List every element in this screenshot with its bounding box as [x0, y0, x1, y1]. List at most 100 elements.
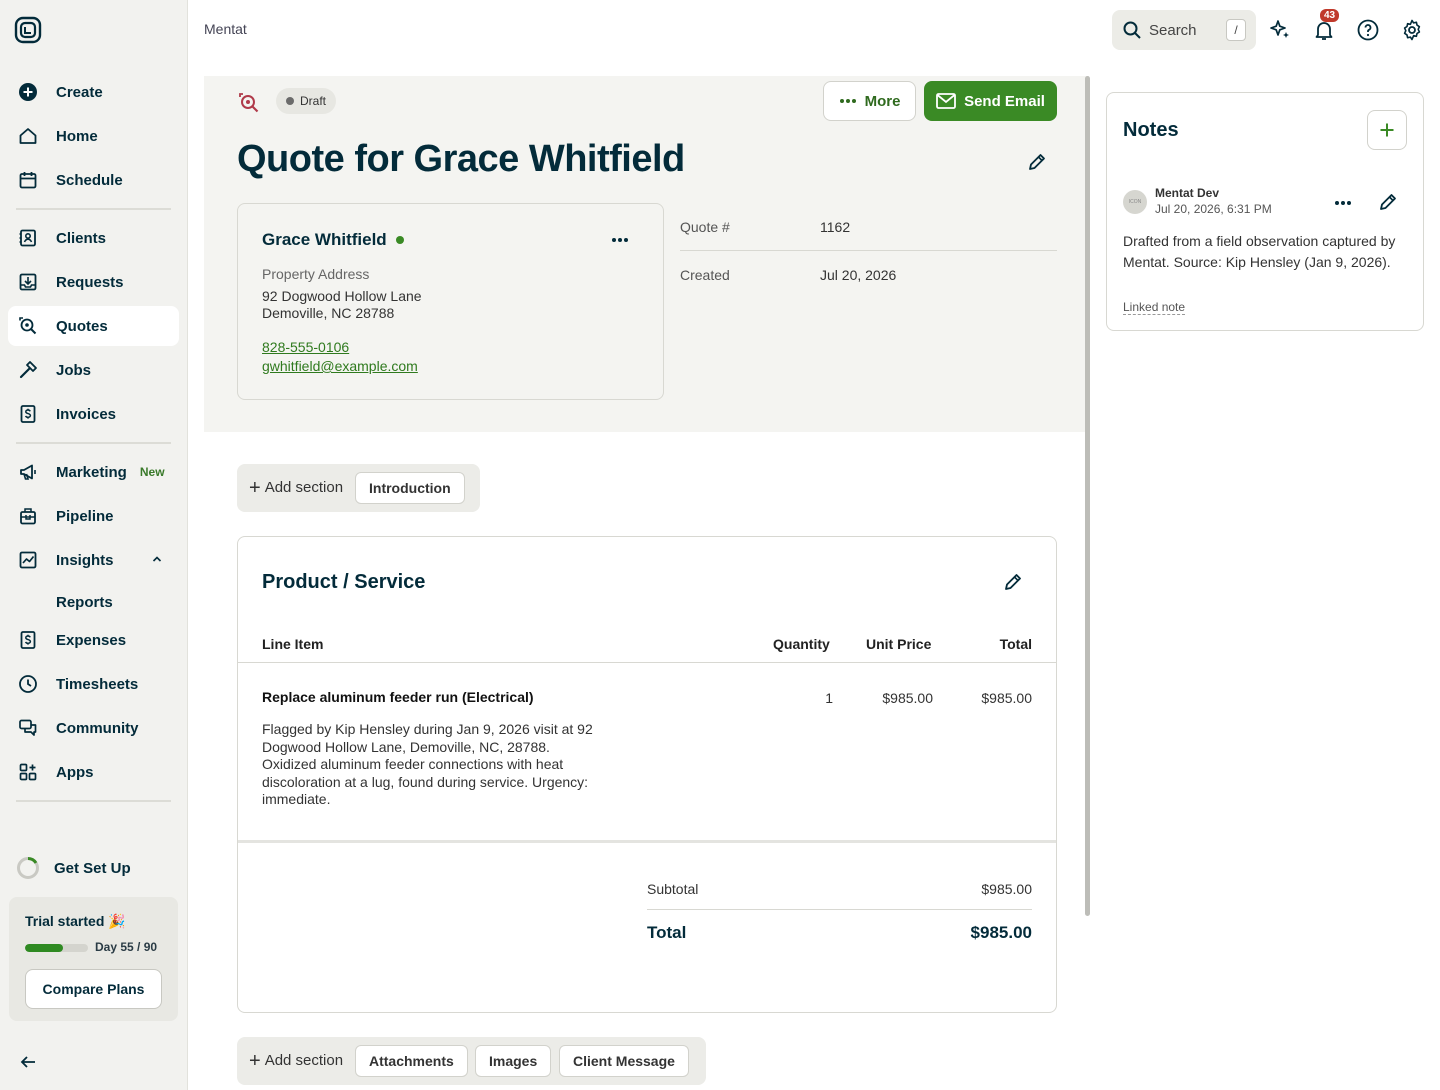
client-message-section-button[interactable]: Client Message — [559, 1045, 689, 1077]
sidebar-item-pipeline[interactable]: Pipeline — [8, 496, 179, 536]
images-section-button[interactable]: Images — [475, 1045, 552, 1077]
sidebar-item-home[interactable]: Home — [8, 116, 179, 156]
column-header-total: Total — [999, 636, 1032, 652]
help-icon[interactable] — [1356, 18, 1380, 42]
pencil-edit-icon[interactable] — [1026, 151, 1048, 173]
notes-title: Notes — [1123, 119, 1179, 141]
sidebar-item-label: Jobs — [56, 361, 92, 379]
line-item-name: Replace aluminum feeder run (Electrical) — [262, 689, 534, 705]
sidebar-item-reports[interactable]: Reports — [8, 582, 179, 622]
sidebar-item-marketing[interactable]: Marketing New — [8, 452, 179, 492]
introduction-section-button[interactable]: Introduction — [355, 472, 465, 504]
sidebar-item-label: Apps — [56, 763, 94, 781]
column-header-quantity: Quantity — [773, 636, 830, 652]
pencil-edit-icon[interactable] — [1002, 571, 1024, 593]
search-input[interactable]: Search / — [1112, 10, 1256, 50]
trial-progress-bar — [25, 944, 88, 952]
envelope-icon — [936, 93, 956, 109]
sidebar-item-insights[interactable]: Insights — [8, 540, 179, 580]
plus-icon: + — [249, 1049, 261, 1072]
note-date: Jul 20, 2026, 6:31 PM — [1155, 202, 1272, 216]
sidebar-item-label: Reports — [56, 593, 113, 611]
add-section-button[interactable]: + Add section — [249, 1049, 343, 1072]
notes-panel: Notes ICON Mentat Dev Jul 20, 2026, 6:31… — [1106, 92, 1424, 331]
attachments-section-button[interactable]: Attachments — [355, 1045, 468, 1077]
more-dots-icon[interactable] — [1333, 193, 1353, 213]
compare-plans-button[interactable]: Compare Plans — [25, 969, 162, 1009]
sidebar-item-get-set-up[interactable]: Get Set Up — [8, 848, 179, 888]
search-shortcut-key: / — [1226, 19, 1246, 41]
page-title: Quote for Grace Whitfield — [237, 138, 685, 180]
apps-grid-icon — [19, 763, 37, 781]
add-note-button[interactable] — [1367, 110, 1407, 150]
sidebar-item-jobs[interactable]: Jobs — [8, 350, 179, 390]
community-chat-icon — [19, 719, 37, 736]
client-card: Grace Whitfield Property Address 92 Dogw… — [237, 203, 664, 400]
property-address-label: Property Address — [262, 266, 370, 282]
sidebar-item-label: Marketing — [56, 463, 127, 481]
search-icon — [1123, 21, 1141, 39]
line-item-quantity: 1 — [825, 690, 833, 706]
total-divider — [647, 909, 1032, 910]
sidebar-item-clients[interactable]: Clients — [8, 218, 179, 258]
sidebar-divider — [16, 800, 171, 802]
sidebar-item-label: Expenses — [56, 631, 127, 649]
sidebar-item-expenses[interactable]: Expenses — [8, 620, 179, 660]
insights-chart-icon — [19, 551, 37, 569]
sidebar-item-schedule[interactable]: Schedule — [8, 160, 179, 200]
sidebar-item-label: Timesheets — [56, 675, 139, 693]
breadcrumb[interactable]: Mentat — [204, 21, 247, 37]
status-label: Draft — [300, 94, 327, 108]
collapse-sidebar-arrow-icon[interactable] — [18, 1052, 38, 1072]
sidebar-item-label: Clients — [56, 229, 107, 247]
trial-panel: Trial started 🎉 Day 55 / 90 Compare Plan… — [9, 897, 178, 1021]
chevron-up-icon[interactable] — [151, 553, 163, 565]
app-logo-icon[interactable] — [14, 16, 42, 44]
inbox-download-icon — [19, 273, 37, 291]
product-section-title: Product / Service — [262, 571, 426, 593]
search-placeholder: Search — [1149, 21, 1197, 39]
client-name-text: Grace Whitfield — [262, 230, 387, 249]
send-email-button[interactable]: Send Email — [924, 81, 1057, 121]
gear-icon[interactable] — [1400, 18, 1424, 42]
sidebar-item-create[interactable]: Create — [8, 72, 179, 112]
main-scrollbar[interactable] — [1085, 76, 1090, 916]
client-phone-link[interactable]: 828-555-0106 — [262, 339, 349, 355]
status-dot — [286, 97, 294, 105]
more-button[interactable]: More — [823, 81, 916, 121]
status-badge: Draft — [276, 88, 337, 114]
product-service-card: Product / Service Line Item Quantity Uni… — [237, 536, 1057, 1013]
note-author: Mentat Dev — [1155, 186, 1220, 200]
client-name[interactable]: Grace Whitfield — [262, 230, 404, 250]
linked-note-link[interactable]: Linked note — [1123, 300, 1186, 315]
calendar-icon — [19, 172, 37, 189]
sparkle-ai-icon[interactable] — [1268, 18, 1292, 42]
trial-progress-fill — [25, 944, 64, 952]
total-value: $985.00 — [970, 923, 1032, 942]
sidebar-item-invoices[interactable]: Invoices — [8, 394, 179, 434]
sidebar-divider — [16, 442, 171, 444]
sidebar-item-label: Pipeline — [56, 507, 114, 525]
progress-ring-icon — [17, 857, 39, 879]
client-email-link[interactable]: gwhitfield@example.com — [262, 358, 418, 374]
sidebar-item-quotes[interactable]: Quotes — [8, 306, 179, 346]
totals-divider — [238, 840, 1056, 843]
trial-title: Trial started 🎉 — [25, 913, 126, 929]
sidebar-item-timesheets[interactable]: Timesheets — [8, 664, 179, 704]
meta-divider — [680, 250, 1057, 251]
sidebar-item-community[interactable]: Community — [8, 708, 179, 748]
more-dots-icon[interactable] — [610, 230, 630, 250]
total-label: Total — [647, 923, 687, 942]
sidebar-item-requests[interactable]: Requests — [8, 262, 179, 302]
client-active-dot — [395, 236, 404, 244]
line-item-description: Flagged by Kip Hensley during Jan 9, 202… — [262, 721, 593, 807]
add-section-button[interactable]: + Add section — [249, 478, 343, 498]
pencil-edit-icon[interactable] — [1377, 191, 1399, 213]
trial-days: Day 55 / 90 — [95, 940, 158, 954]
sidebar-item-apps[interactable]: Apps — [8, 752, 179, 792]
sidebar-item-label: Get Set Up — [54, 859, 131, 877]
sidebar-item-label: Insights — [56, 551, 114, 569]
quote-number-value: 1162 — [820, 219, 851, 235]
clock-icon — [19, 675, 37, 693]
quote-main: Draft More Send Email Quote for Grace Wh… — [204, 76, 1089, 1090]
